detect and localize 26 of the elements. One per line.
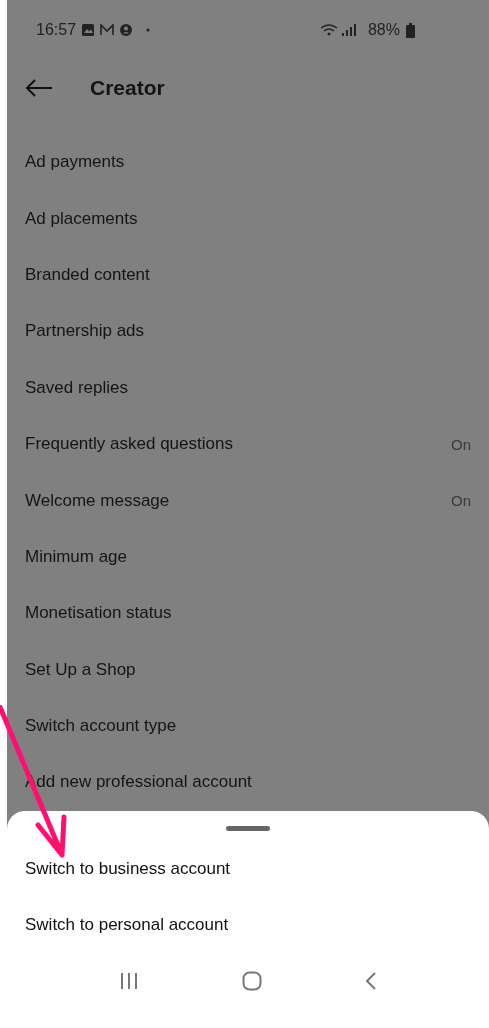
sheet-option[interactable]: Switch to personal account bbox=[7, 897, 489, 953]
settings-item[interactable]: Saved replies bbox=[7, 359, 489, 416]
status-time: 16:57 bbox=[36, 21, 77, 39]
settings-item[interactable]: Ad placements bbox=[7, 190, 489, 247]
settings-item[interactable]: Frequently asked questions On bbox=[7, 415, 489, 473]
battery-icon bbox=[406, 22, 415, 38]
settings-item[interactable]: Partnership ads bbox=[7, 303, 489, 360]
mail-icon bbox=[100, 24, 115, 36]
dot-icon bbox=[146, 28, 151, 32]
home-icon[interactable] bbox=[242, 971, 262, 991]
settings-item[interactable]: Branded content bbox=[7, 246, 489, 304]
back-arrow-icon[interactable] bbox=[25, 78, 53, 98]
settings-item[interactable]: Switch account type bbox=[7, 697, 489, 755]
page-title: Creator bbox=[90, 76, 165, 100]
account-icon bbox=[120, 24, 133, 36]
settings-item[interactable]: Ad payments bbox=[7, 134, 489, 191]
settings-item[interactable]: Monetisation status bbox=[7, 585, 489, 642]
settings-item[interactable]: Minimum age bbox=[7, 528, 489, 586]
settings-item[interactable]: Welcome message On bbox=[7, 472, 489, 529]
battery-percent: 88% bbox=[367, 21, 400, 39]
sheet-option[interactable]: Switch to business account bbox=[7, 841, 489, 897]
recent-apps-icon[interactable] bbox=[118, 972, 139, 990]
image-icon bbox=[82, 24, 95, 36]
back-icon[interactable] bbox=[365, 971, 378, 991]
settings-item[interactable]: Set Up a Shop bbox=[7, 641, 489, 698]
drag-handle[interactable] bbox=[226, 826, 270, 831]
